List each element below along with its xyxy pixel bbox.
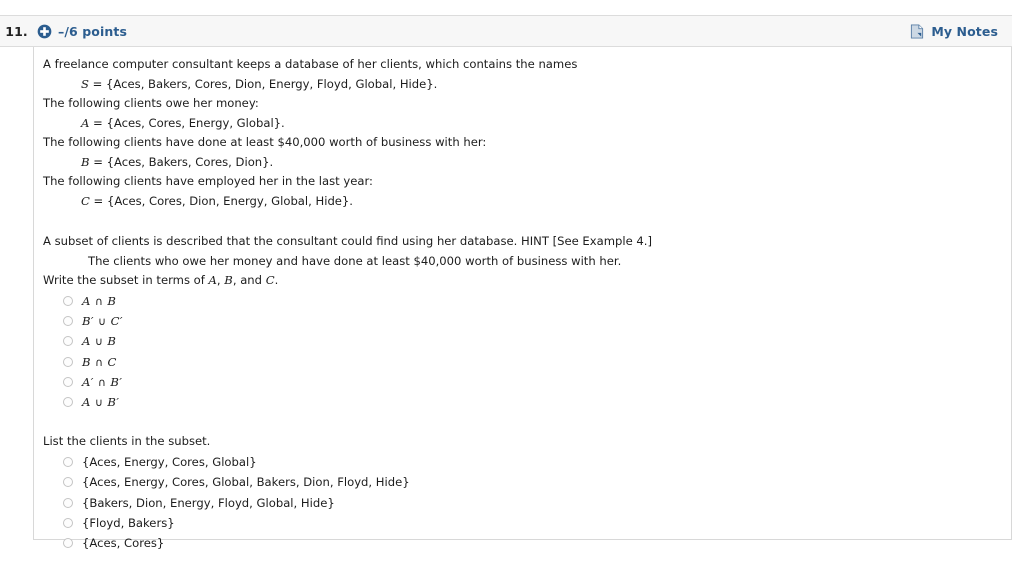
points-label: –/6 points	[58, 23, 127, 39]
intro-text: A freelance computer consultant keeps a …	[43, 57, 578, 71]
plus-circle-icon[interactable]	[37, 24, 52, 39]
subset-description-text: The clients who owe her money and have d…	[88, 253, 622, 268]
option-label: A′ ∩ B′	[82, 374, 123, 389]
option-label: {Floyd, Bakers}	[82, 515, 175, 530]
radio-button[interactable]	[63, 315, 73, 326]
option-label: A ∩ B	[82, 293, 117, 308]
document-icon	[910, 23, 924, 39]
option-row[interactable]: A ∪ B′	[63, 392, 1011, 412]
option-label: B ∩ C	[82, 354, 117, 369]
option-label: {Bakers, Dion, Energy, Floyd, Global, Hi…	[82, 495, 335, 510]
option-row[interactable]: {Aces, Cores}	[63, 533, 1011, 553]
radio-button[interactable]	[63, 397, 73, 408]
set-b-definition: B = {Aces, Bakers, Cores, Dion}.	[81, 154, 274, 169]
question-spacer	[43, 412, 1011, 432]
question-page: 11. –/6 points My Notes A freelance comp…	[0, 0, 1024, 571]
radio-button[interactable]	[63, 517, 73, 528]
question-number: 11.	[5, 23, 28, 39]
business-text: The following clients have done at least…	[43, 135, 487, 149]
answer-options-client-list: {Aces, Energy, Cores, Global} {Aces, Ene…	[43, 452, 1011, 553]
answer-options-set-expression: A ∩ B B′ ∪ C′ A ∪ B B ∩ C A′ ∩ B′ A ∪ B′	[43, 291, 1011, 413]
option-row[interactable]: {Aces, Energy, Cores, Global}	[63, 452, 1011, 472]
option-row[interactable]: {Floyd, Bakers}	[63, 513, 1011, 533]
radio-button[interactable]	[63, 376, 73, 387]
option-row[interactable]: A ∩ B	[63, 291, 1011, 311]
option-row[interactable]: B′ ∪ C′	[63, 311, 1011, 331]
radio-button[interactable]	[63, 356, 73, 367]
radio-button[interactable]	[63, 538, 73, 549]
set-s-definition: S = {Aces, Bakers, Cores, Dion, Energy, …	[81, 76, 438, 91]
radio-button[interactable]	[63, 497, 73, 508]
my-notes-button[interactable]: My Notes	[910, 24, 998, 39]
set-a-definition: A = {Aces, Cores, Energy, Global}.	[81, 115, 285, 130]
option-row[interactable]: B ∩ C	[63, 351, 1011, 371]
prompt-write-subset: Write the subset in terms of A, B, and C…	[43, 273, 279, 287]
radio-button[interactable]	[63, 477, 73, 488]
radio-button[interactable]	[63, 295, 73, 306]
question-header-bar: 11. –/6 points My Notes	[0, 15, 1012, 47]
option-row[interactable]: A ∪ B	[63, 331, 1011, 351]
option-label: {Aces, Energy, Cores, Global}	[82, 454, 257, 469]
option-row[interactable]: A′ ∩ B′	[63, 372, 1011, 392]
employed-text: The following clients have employed her …	[43, 174, 373, 188]
owe-money-text: The following clients owe her money:	[43, 96, 259, 110]
prompt-list-clients: List the clients in the subset.	[43, 434, 211, 449]
option-label: A ∪ B′	[82, 395, 120, 410]
my-notes-label: My Notes	[931, 23, 998, 39]
option-label: A ∪ B	[82, 334, 117, 349]
set-c-definition: C = {Aces, Cores, Dion, Energy, Global, …	[81, 193, 353, 208]
option-row[interactable]: {Bakers, Dion, Energy, Floyd, Global, Hi…	[63, 492, 1011, 512]
subset-intro-text: A subset of clients is described that th…	[43, 234, 652, 248]
option-label: B′ ∪ C′	[82, 313, 123, 328]
option-row[interactable]: {Aces, Energy, Cores, Global, Bakers, Di…	[63, 472, 1011, 492]
points-group[interactable]: –/6 points	[37, 24, 127, 39]
radio-button[interactable]	[63, 336, 73, 347]
question-content-panel: A freelance computer consultant keeps a …	[33, 47, 1012, 550]
option-label: {Aces, Cores}	[82, 536, 165, 551]
option-label: {Aces, Energy, Cores, Global, Bakers, Di…	[82, 475, 410, 490]
radio-button[interactable]	[63, 456, 73, 467]
